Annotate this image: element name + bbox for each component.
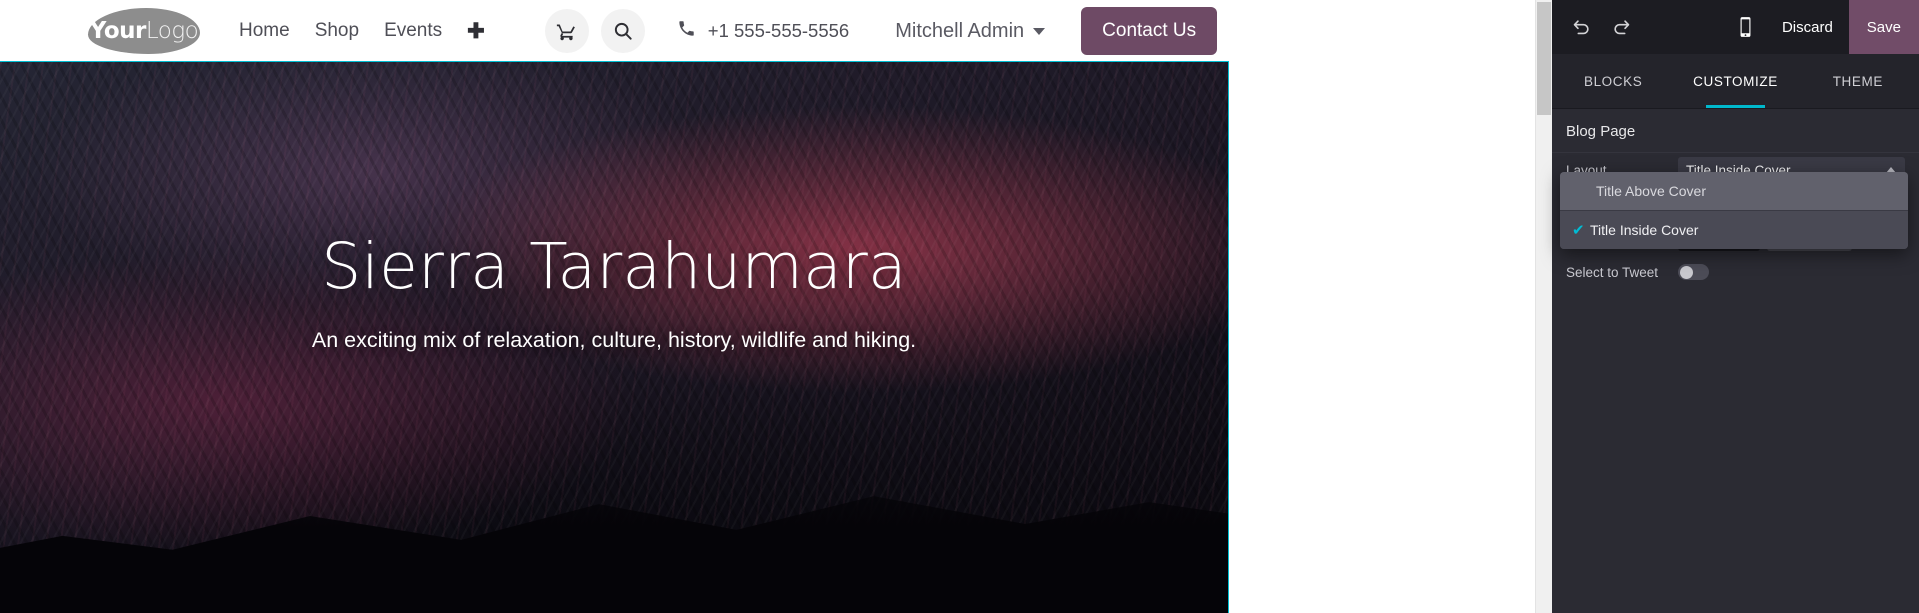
tab-theme[interactable]: THEME xyxy=(1797,54,1919,108)
save-button[interactable]: Save xyxy=(1848,0,1919,54)
logo-text: YourLogo xyxy=(89,18,199,44)
user-menu[interactable]: Mitchell Admin xyxy=(895,19,1046,43)
hero-subtitle[interactable]: An exciting mix of relaxation, culture, … xyxy=(0,328,1228,353)
customize-panel-body: Blog Page Layout Title Inside Cover Brea… xyxy=(1552,109,1919,613)
search-icon[interactable] xyxy=(600,9,645,53)
page-scrollbar[interactable] xyxy=(1535,0,1552,613)
add-menu-icon[interactable]: ✚ xyxy=(467,21,485,42)
section-title-blog-page: Blog Page xyxy=(1552,109,1919,153)
discard-button[interactable]: Discard xyxy=(1766,19,1849,36)
select-to-tweet-toggle[interactable] xyxy=(1678,264,1709,280)
editor-toolbar: Discard Save xyxy=(1552,0,1919,54)
hero-content: Sierra Tarahumara An exciting mix of rel… xyxy=(0,232,1228,353)
cart-icon[interactable] xyxy=(544,9,589,53)
layout-option-title-above-cover[interactable]: Title Above Cover xyxy=(1560,172,1908,210)
select-to-tweet-toggle-knob xyxy=(1679,265,1693,279)
redo-icon[interactable] xyxy=(1604,10,1638,44)
tab-blocks[interactable]: BLOCKS xyxy=(1552,54,1674,108)
website-editor-panel: Discard Save BLOCKS CUSTOMIZE THEME Blog… xyxy=(1552,0,1919,613)
mobile-preview-icon[interactable] xyxy=(1737,16,1754,38)
your-logo[interactable]: YourLogo xyxy=(88,8,200,54)
hero-cover-selected[interactable]: Sierra Tarahumara An exciting mix of rel… xyxy=(0,61,1229,613)
editor-tabs: BLOCKS CUSTOMIZE THEME xyxy=(1552,54,1919,109)
phone-icon xyxy=(677,19,696,43)
nav-item-home[interactable]: Home xyxy=(239,20,290,42)
layout-dropdown-menu: Title Above Cover ✔ Title Inside Cover xyxy=(1560,172,1908,249)
contact-us-button[interactable]: Contact Us xyxy=(1081,7,1218,55)
phone-number: +1 555-555-5556 xyxy=(707,20,850,41)
site-header: YourLogo Home Shop Events ✚ +1 555-555-5… xyxy=(0,0,1535,62)
logo-primary-text: Your xyxy=(89,18,147,44)
check-icon: ✔ xyxy=(1572,221,1585,239)
page-scrollbar-thumb[interactable] xyxy=(1537,2,1551,115)
tab-customize[interactable]: CUSTOMIZE xyxy=(1674,54,1796,108)
logo-secondary-text: Logo xyxy=(145,18,199,44)
hero-outer: Sierra Tarahumara An exciting mix of rel… xyxy=(0,61,1535,613)
phone-block[interactable]: +1 555-555-5556 xyxy=(677,19,849,43)
website-preview: YourLogo Home Shop Events ✚ +1 555-555-5… xyxy=(0,0,1535,613)
chevron-down-icon xyxy=(1033,27,1046,35)
user-name: Mitchell Admin xyxy=(895,19,1025,42)
header-actions: +1 555-555-5556 Mitchell Admin Contact U… xyxy=(544,7,1235,55)
layout-option-title-inside-cover-label: Title Inside Cover xyxy=(1590,222,1699,238)
main-nav: Home Shop Events ✚ xyxy=(239,20,485,42)
undo-icon[interactable] xyxy=(1564,10,1598,44)
nav-item-events[interactable]: Events xyxy=(384,20,442,42)
option-label-select-to-tweet: Select to Tweet xyxy=(1566,264,1659,280)
app-root: YourLogo Home Shop Events ✚ +1 555-555-5… xyxy=(0,0,1919,613)
option-row-select-to-tweet: Select to Tweet xyxy=(1552,255,1919,289)
nav-item-shop[interactable]: Shop xyxy=(315,20,359,42)
layout-option-title-inside-cover[interactable]: ✔ Title Inside Cover xyxy=(1560,211,1908,249)
hero-title[interactable]: Sierra Tarahumara xyxy=(0,232,1228,301)
